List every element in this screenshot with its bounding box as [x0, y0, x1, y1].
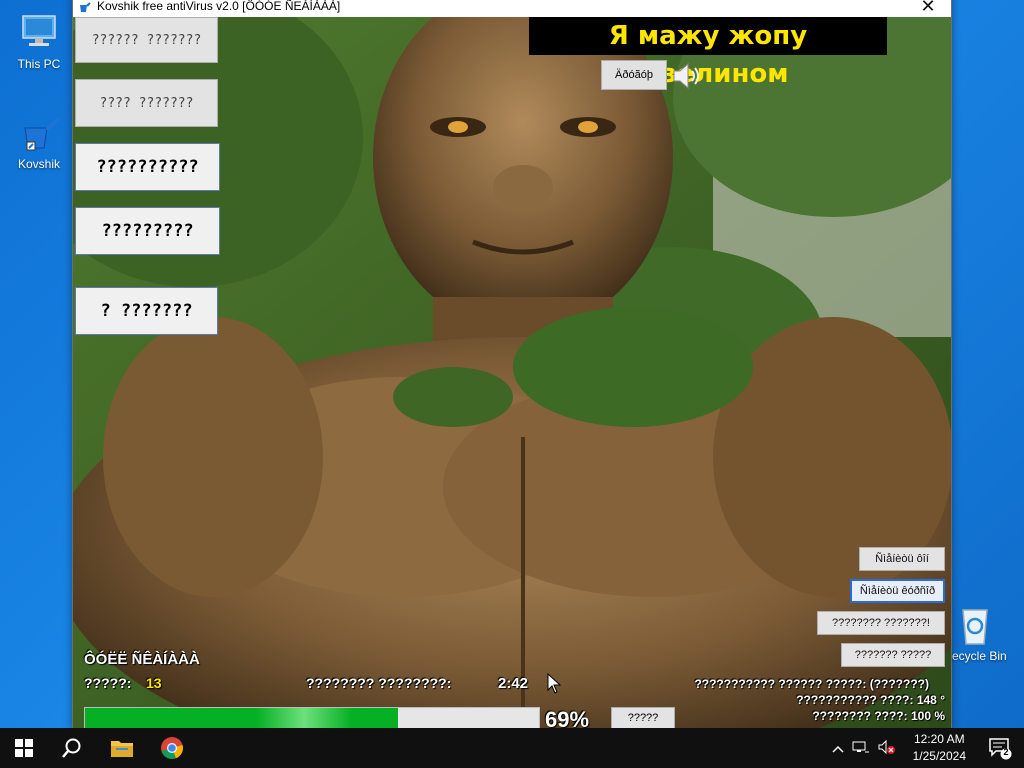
- windows-icon: [15, 739, 33, 757]
- chrome-icon: [161, 737, 183, 760]
- volume-muted-icon[interactable]: [878, 739, 896, 757]
- clock-date: 1/25/2024: [912, 749, 966, 763]
- time-remaining-value: 2:42: [498, 675, 529, 692]
- desktop-icon-kovshik[interactable]: Kovshik: [4, 110, 74, 171]
- scan-status-title: ÔÓËË ÑÊÀÍÀÀÀ: [84, 651, 200, 668]
- close-button[interactable]: ✕: [905, 0, 951, 17]
- scan-percent: 69%: [545, 707, 590, 729]
- computer-icon: [22, 15, 56, 46]
- start-button[interactable]: [0, 728, 48, 768]
- mouse-cursor-icon: [547, 672, 563, 700]
- desktop-icon-this-pc[interactable]: This PC: [4, 10, 74, 71]
- search-button[interactable]: [48, 728, 96, 768]
- sidebar-button-4[interactable]: ?????????: [75, 207, 220, 255]
- chrome-button[interactable]: [148, 728, 196, 768]
- change-cursor-button[interactable]: Ñìåíèòü êóðñîð: [850, 579, 945, 603]
- speaker-icon[interactable]: [671, 61, 705, 96]
- sidebar-button-3[interactable]: ??????????: [75, 143, 220, 191]
- clock[interactable]: 12:20 AM 1/25/2024: [913, 731, 966, 765]
- folder-icon: [111, 741, 133, 757]
- recycle-bin-icon: [962, 609, 988, 645]
- app-icon: [79, 1, 91, 16]
- stat-line-2: ??????????? ????: 148 °: [796, 693, 945, 707]
- network-icon[interactable]: [852, 740, 870, 757]
- notification-center-button[interactable]: 2: [988, 736, 1012, 765]
- taskbar: 12:20 AM 1/25/2024 2: [0, 728, 1024, 768]
- threats-label: ?????:: [84, 675, 132, 691]
- sidebar-button-1[interactable]: ?????? ???????: [75, 17, 218, 63]
- right-button-3[interactable]: ???????? ???????!: [817, 611, 945, 635]
- desktop-icon-label: Kovshik: [17, 157, 61, 171]
- sidebar-button-5[interactable]: ? ???????: [75, 287, 218, 335]
- time-remaining-label: ???????? ????????:: [306, 675, 452, 691]
- app-window: Kovshik free antiVirus v2.0 [ÖÓÓE ÑEÀÍÀÀ…: [72, 0, 952, 730]
- title-bar[interactable]: Kovshik free antiVirus v2.0 [ÖÓÓE ÑEÀÍÀÀ…: [73, 0, 951, 17]
- right-button-4[interactable]: ??????? ?????: [841, 643, 945, 667]
- stat-line-1: ??????????? ?????? ?????: (???????): [694, 677, 929, 691]
- clock-time: 12:20 AM: [913, 732, 965, 746]
- stat-line-3: ???????? ????: 100 %: [812, 709, 945, 723]
- sidebar-button-2[interactable]: ???? ???????: [75, 79, 218, 127]
- ladle-icon: [24, 116, 61, 151]
- window-title: Kovshik free antiVirus v2.0 [ÖÓÓE ÑEÀÍÀÀ…: [97, 0, 341, 13]
- threats-count: 13: [146, 675, 162, 691]
- scan-progress-fill: [85, 708, 399, 729]
- play-button[interactable]: Äðóãóþ: [601, 60, 667, 90]
- notification-count: 2: [1003, 747, 1009, 757]
- chevron-up-icon[interactable]: [832, 741, 844, 756]
- banner-text: Я мажу жопу вазелином: [529, 17, 887, 89]
- system-tray: [832, 728, 896, 768]
- scan-progress-bar: [84, 707, 540, 729]
- stop-button[interactable]: ?????: [611, 707, 675, 729]
- desktop-icon-label: This PC: [17, 57, 61, 71]
- change-background-button[interactable]: Ñìåíèòü ôîí: [859, 547, 945, 571]
- main-content: ?????? ??????? ???? ??????? ?????????? ?…: [73, 17, 951, 729]
- file-explorer-button[interactable]: [98, 728, 146, 768]
- search-icon: [62, 738, 81, 758]
